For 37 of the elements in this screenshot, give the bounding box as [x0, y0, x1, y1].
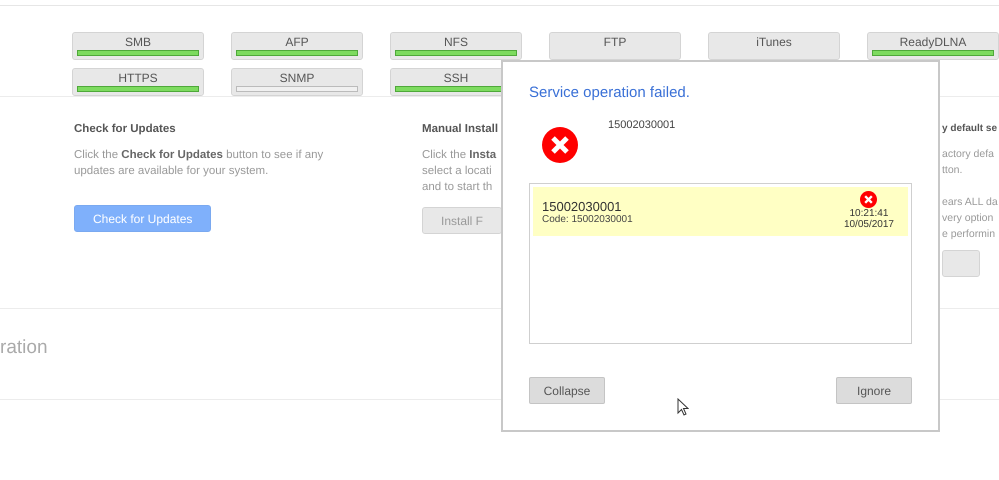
section-description: Click the Insta select a locati and to start th [422, 148, 496, 195]
section-title: ration [0, 337, 48, 359]
service-name: FTP [604, 35, 626, 50]
service-name: SNMP [280, 70, 314, 86]
cursor-icon [677, 398, 689, 416]
service-status-tile[interactable]: NFS [390, 32, 522, 60]
service-name: AFP [285, 35, 309, 50]
service-status-tile[interactable]: HTTPS [72, 68, 204, 96]
service-status-tile[interactable]: SNMP [231, 68, 363, 96]
section-heading: Check for Updates [74, 123, 176, 135]
service-status-tile[interactable]: FTP [549, 32, 681, 60]
error-code: Code: 15002030001 [542, 214, 633, 224]
service-name: SSH [444, 70, 468, 86]
error-list-item[interactable]: 15002030001 Code: 15002030001 10:21:41 10/05/2017 [533, 187, 908, 236]
service-name: SMB [124, 35, 151, 50]
error-time: 10:21:41 [850, 208, 888, 219]
error-icon [542, 127, 578, 163]
service-status-tile[interactable]: ReadyDLNA [867, 32, 999, 60]
ignore-button[interactable]: Ignore [836, 377, 912, 404]
service-status-tile[interactable]: SMB [72, 32, 204, 60]
error-title: 15002030001 [542, 198, 623, 214]
service-status-tile[interactable]: AFP [231, 32, 363, 60]
error-date: 10/05/2017 [844, 219, 894, 230]
service-name: NFS [444, 35, 468, 50]
section-description: actory defa tton. ears ALL da very option e performin [942, 147, 998, 242]
error-message: 15002030001 [608, 119, 676, 131]
install-button[interactable] [942, 250, 980, 277]
service-name: iTunes [756, 35, 792, 50]
collapse-button[interactable]: Collapse [529, 377, 605, 404]
error-icon [860, 191, 878, 208]
service-name: ReadyDLNA [900, 35, 966, 50]
section-heading: Manual Install [422, 123, 498, 135]
dialog-title: Service operation failed. [529, 84, 691, 101]
section-heading: y default se [942, 123, 998, 134]
section-description: Click the Check for Updates button to see if any updates are available for your system. [74, 148, 324, 179]
service-status-tile[interactable]: iTunes [708, 32, 840, 60]
service-name: HTTPS [118, 70, 158, 86]
